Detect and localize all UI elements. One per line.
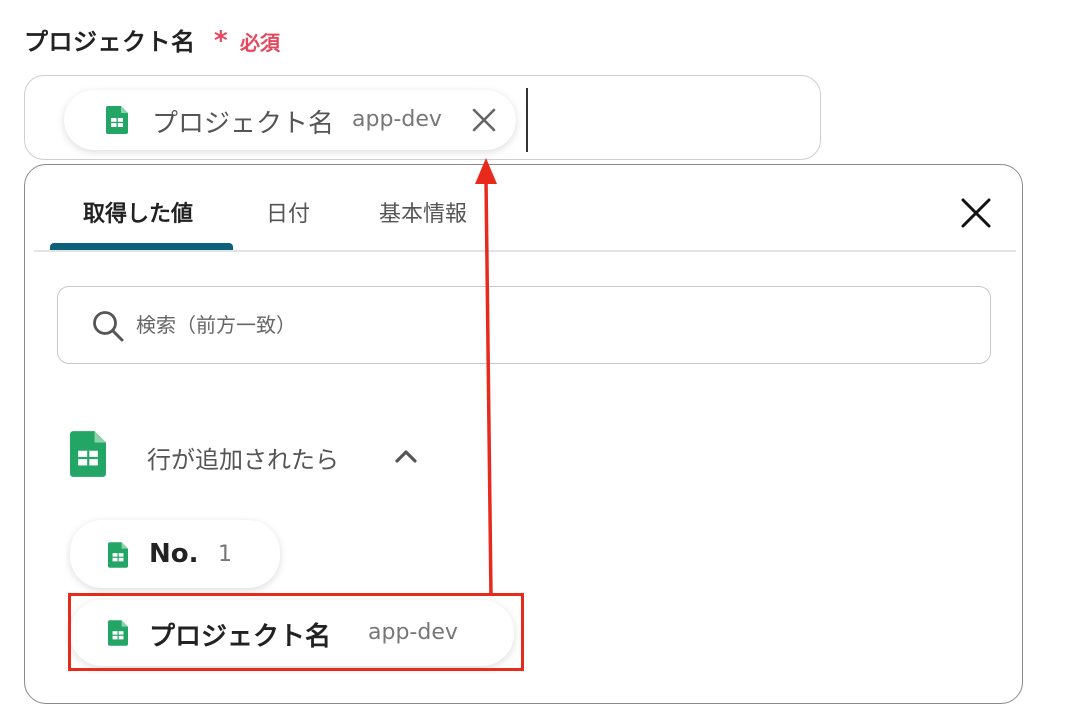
collapse-group-button[interactable] xyxy=(393,445,419,467)
tab-divider xyxy=(34,250,1016,252)
search-input[interactable] xyxy=(134,303,958,347)
google-sheets-icon xyxy=(106,106,128,138)
selected-value-chip[interactable]: プロジェクト名 app-dev xyxy=(64,90,516,150)
close-icon xyxy=(961,198,991,228)
field-label: プロジェクト名 xyxy=(24,28,196,56)
text-cursor xyxy=(526,88,528,152)
tab-date[interactable]: 日付 xyxy=(266,196,310,228)
required-asterisk: * xyxy=(214,26,228,56)
remove-chip-button[interactable] xyxy=(470,106,498,134)
chip-value: app-dev xyxy=(352,107,442,132)
chip-label: No. xyxy=(149,539,199,569)
required-label: 必須 xyxy=(240,31,280,55)
annotation-highlight-box xyxy=(68,593,524,671)
value-chip-no[interactable]: No. 1 xyxy=(70,520,280,588)
close-panel-button[interactable] xyxy=(957,194,995,232)
chip-label: プロジェクト名 xyxy=(152,109,335,139)
chevron-up-icon xyxy=(395,450,417,463)
close-icon xyxy=(472,108,496,132)
tab-retrieved-values[interactable]: 取得した値 xyxy=(83,196,193,228)
google-sheets-icon xyxy=(108,542,128,572)
chip-value: 1 xyxy=(218,542,232,567)
search-icon xyxy=(91,309,125,347)
search-box xyxy=(57,286,991,364)
tab-basic-info[interactable]: 基本情報 xyxy=(379,196,467,228)
trigger-group-title[interactable]: 行が追加されたら xyxy=(147,440,339,475)
google-sheets-icon xyxy=(70,429,106,483)
